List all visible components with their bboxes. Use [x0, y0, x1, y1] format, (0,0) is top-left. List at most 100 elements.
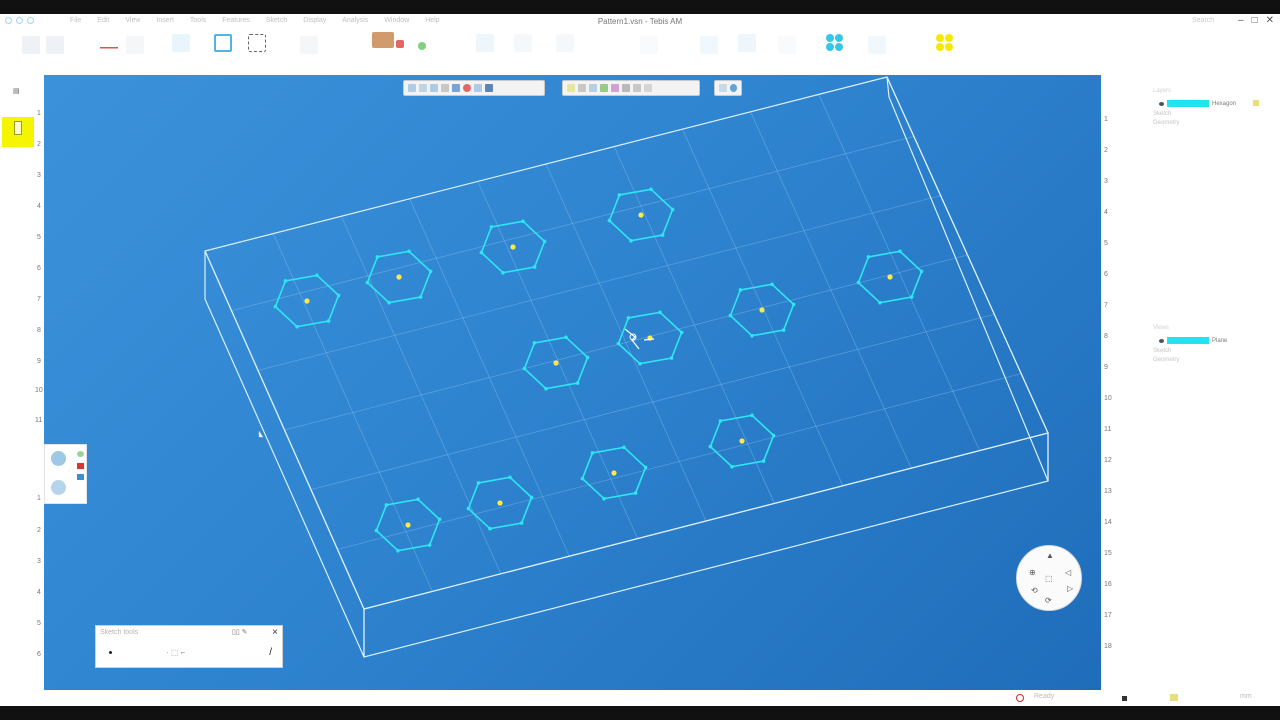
rectangle-tool-icon[interactable]: [214, 34, 232, 52]
hexagon-vertex: [617, 193, 622, 197]
yellow-apps-icon[interactable]: [936, 34, 954, 52]
grid-toggle-icon[interactable]: ▤: [13, 87, 20, 95]
hexagon-vertex: [878, 300, 882, 305]
maximize-button[interactable]: □: [1252, 15, 1258, 26]
hexagon-vertex: [501, 270, 505, 275]
panel-flag-icon[interactable]: [1253, 100, 1259, 106]
ruler-number: 1: [37, 110, 41, 117]
view-toolbar-left[interactable]: [403, 80, 545, 96]
hexagon-vertex: [375, 255, 380, 259]
line-tool-icon[interactable]: [100, 36, 118, 54]
layer-row-plane[interactable]: Plane: [1159, 336, 1227, 345]
ribbon-tool-icon[interactable]: [778, 36, 796, 54]
ruler-number: 10: [35, 387, 43, 394]
hexagon-vertex: [750, 413, 754, 418]
hexagon-vertex: [730, 464, 734, 469]
hexagon-center-point: [396, 274, 402, 280]
pattern-tool-icon[interactable]: [248, 34, 266, 52]
hexagon-vertex: [750, 333, 754, 338]
house-tool-icon[interactable]: [372, 32, 394, 48]
hexagon-vertex: [476, 481, 481, 485]
hexagon-center-point: [739, 438, 745, 444]
ribbon-tool-icon[interactable]: [126, 36, 144, 54]
hexagon-vertex: [718, 419, 723, 423]
hexagon-vertex: [781, 328, 786, 332]
ribbon-tool-icon[interactable]: [640, 36, 658, 54]
ribbon-tool-icon[interactable]: [172, 34, 190, 52]
group-header: Layers: [1153, 88, 1172, 94]
ruler-number: 11: [35, 417, 43, 424]
settings-icon[interactable]: [51, 480, 66, 495]
ribbon-tool-icon[interactable]: [46, 36, 64, 54]
nav-box-icon[interactable]: ⬚: [1045, 574, 1053, 583]
palette-close-button[interactable]: ×: [272, 627, 278, 638]
visibility-eye-icon[interactable]: [1159, 338, 1164, 343]
nav-top-icon[interactable]: ▲: [1046, 551, 1054, 560]
ribbon-tool-icon[interactable]: [418, 42, 426, 50]
warning-icon[interactable]: [1016, 694, 1024, 702]
view-toolbar-fit[interactable]: [714, 80, 742, 96]
move-cursor: [258, 328, 655, 438]
ribbon-tool-icon[interactable]: [476, 34, 494, 52]
ribbon-tool-icon[interactable]: [868, 36, 886, 54]
minimize-button[interactable]: –: [1238, 15, 1244, 26]
ribbon-tool-icon[interactable]: [22, 36, 40, 54]
visibility-eye-icon[interactable]: [1159, 101, 1164, 106]
navigation-cube[interactable]: ▲ ⊕ ⬚ ◁ ▷ ⟲ ⟳: [1016, 545, 1082, 611]
ribbon-tool-icon[interactable]: [700, 36, 718, 54]
hexagon-vertex: [365, 280, 370, 285]
ribbon-tool-icon[interactable]: [514, 34, 532, 52]
3d-viewport[interactable]: Sketch tools ▯▯ ✎ × · ⬚ ⌐ / ▲ ⊕ ⬚ ◁ ▷ ⟲ …: [44, 75, 1101, 690]
layer-subitem: Sketch: [1153, 111, 1172, 117]
ruler-number: 3: [1104, 178, 1108, 185]
hexagon-vertex: [521, 219, 525, 224]
nav-rotate-left-icon[interactable]: ⟲: [1031, 586, 1038, 595]
ribbon-tool-icon[interactable]: [396, 40, 404, 48]
nav-rotate-right-icon[interactable]: ⟳: [1045, 596, 1052, 605]
ruler-number: 13: [1104, 488, 1112, 495]
confirm-icon[interactable]: [51, 451, 66, 466]
hexagon-vertex: [295, 324, 299, 329]
cyan-apps-icon[interactable]: [826, 34, 844, 52]
hexagon-vertex: [728, 313, 733, 318]
line-tool-icon[interactable]: /: [269, 647, 272, 658]
ruler-number: 3: [37, 172, 41, 179]
save-icon[interactable]: [77, 474, 84, 480]
nav-right-icon[interactable]: ▷: [1067, 584, 1073, 593]
ruler-number: 8: [37, 327, 41, 334]
search-box[interactable]: Search: [1192, 17, 1214, 24]
ribbon-tool-icon[interactable]: [738, 34, 756, 52]
palette-tools[interactable]: ▯▯ ✎: [232, 628, 248, 636]
close-button[interactable]: ✕: [1266, 15, 1274, 26]
ruler-number: 8: [1104, 333, 1108, 340]
layer-row-hexagon[interactable]: Hexagon: [1159, 99, 1236, 108]
ribbon-tool-icon[interactable]: [300, 36, 318, 54]
hexagon-vertex: [418, 295, 423, 299]
view-toolbar-right[interactable]: [562, 80, 700, 96]
hexagon-center-point: [887, 274, 893, 280]
option-icon[interactable]: [77, 451, 84, 457]
ruler-number: 12: [1104, 457, 1112, 464]
hexagon-vertex: [575, 381, 580, 385]
hexagon-vertex: [283, 279, 288, 283]
hexagon-vertex: [909, 295, 914, 299]
status-icon[interactable]: [1170, 694, 1178, 701]
palette-mid-tools[interactable]: · ⬚ ⌐: [166, 648, 185, 657]
layer-name: Plane: [1212, 337, 1228, 344]
nav-left-icon[interactable]: ◁: [1065, 568, 1071, 577]
hexagon-vertex: [607, 218, 612, 223]
ruler-number: 1: [37, 495, 41, 502]
ribbon-tool-icon[interactable]: [556, 34, 574, 52]
hexagon-sketches: [273, 187, 924, 553]
hexagon-center-point: [510, 244, 516, 250]
sketch-mode-tool[interactable]: [2, 117, 34, 147]
point-tool-icon[interactable]: [109, 651, 112, 654]
hexagon-vertex: [590, 451, 595, 455]
status-icon[interactable]: [1122, 696, 1127, 701]
nav-center-icon[interactable]: ⊕: [1029, 568, 1036, 577]
delete-icon[interactable]: [77, 463, 84, 469]
group-header: Views: [1153, 325, 1169, 331]
hexagon-vertex: [660, 233, 665, 237]
sketch-palette: Sketch tools ▯▯ ✎ × · ⬚ ⌐ /: [95, 625, 283, 668]
hexagon-vertex: [542, 239, 547, 244]
